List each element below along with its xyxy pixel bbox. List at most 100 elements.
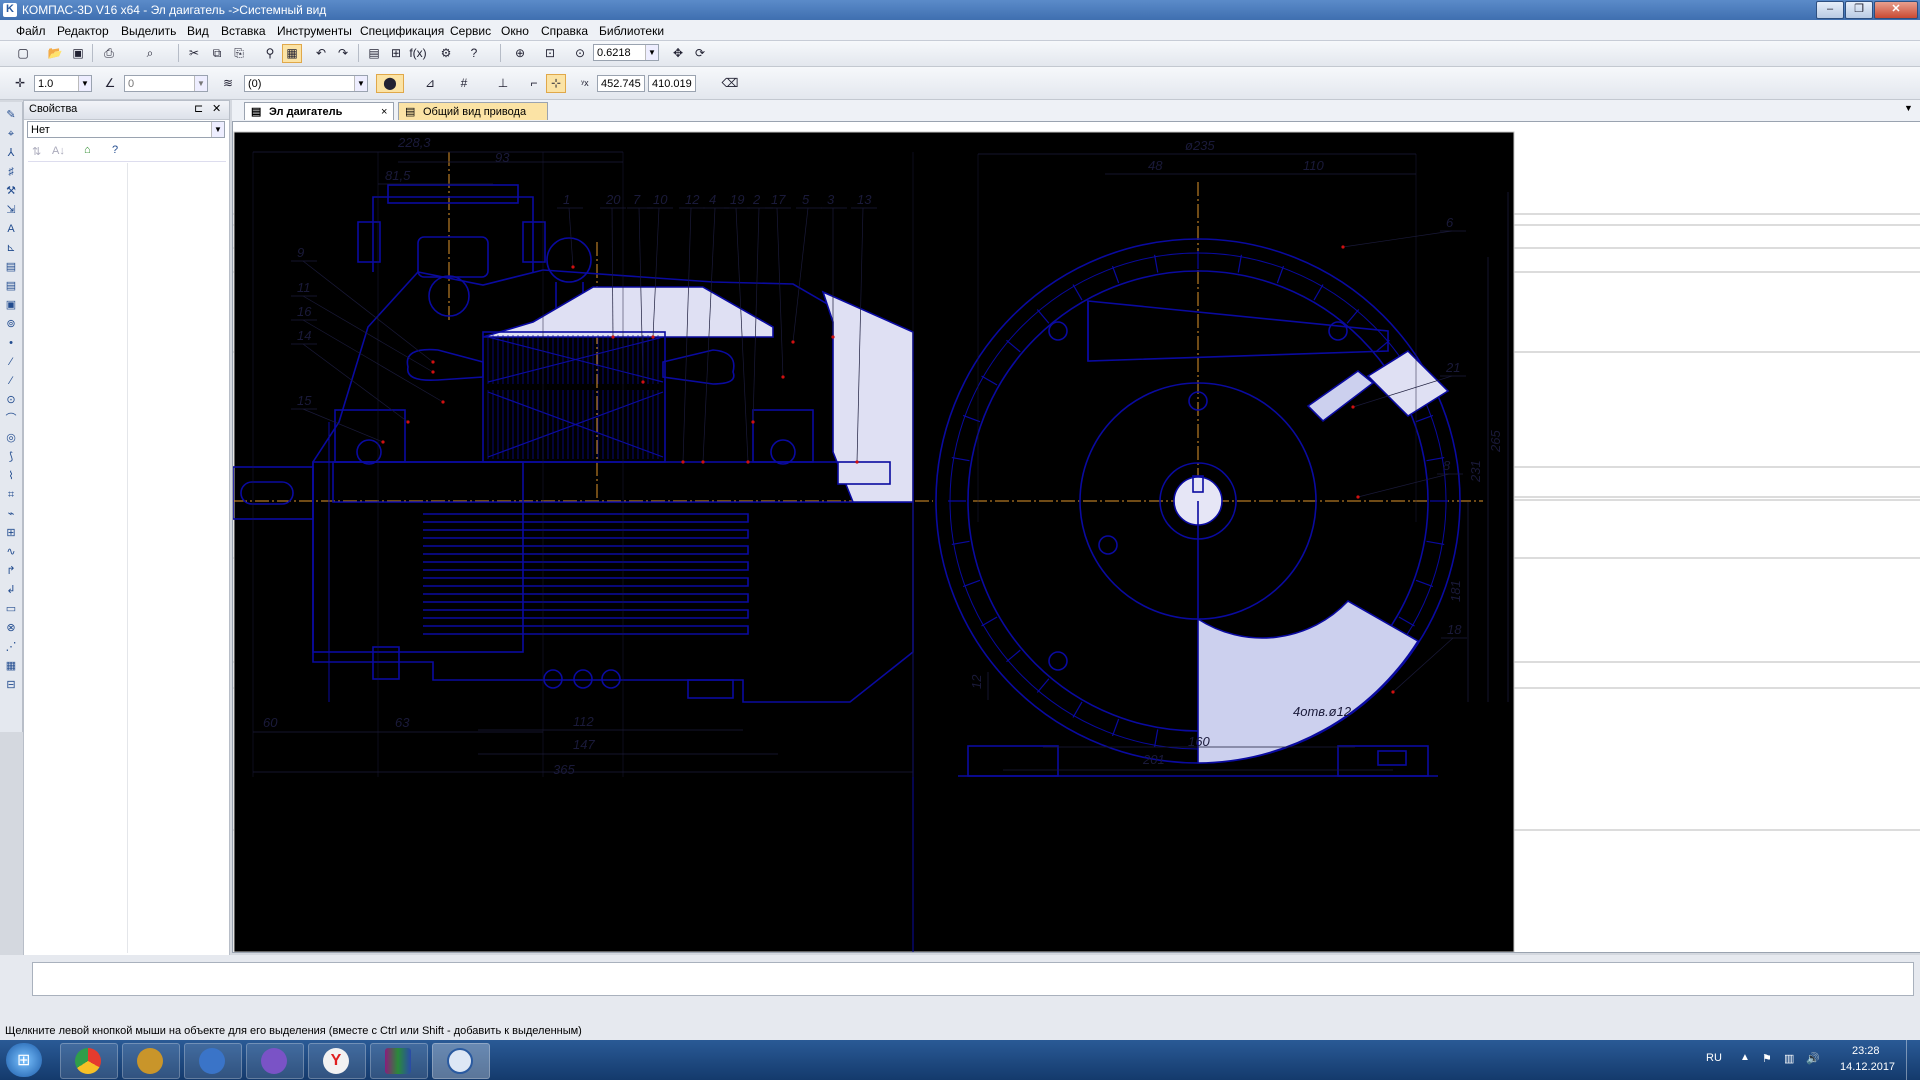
sort-alpha-icon[interactable]: A↓ bbox=[52, 145, 65, 157]
local-cs-icon[interactable]: ⊥ bbox=[493, 74, 513, 93]
menu-insert[interactable]: Вставка bbox=[221, 24, 266, 38]
object-select[interactable]: Нет ▼ bbox=[27, 121, 225, 138]
color-style-icon[interactable]: ⬤ bbox=[376, 74, 404, 93]
menu-specification[interactable]: Спецификация bbox=[360, 24, 444, 38]
compact-tool-icon[interactable]: ⇲ bbox=[3, 203, 19, 217]
compact-tool-icon[interactable]: ⊟ bbox=[3, 678, 19, 692]
flag-icon[interactable]: ⚑ bbox=[1762, 1052, 1772, 1065]
tab-general-view[interactable]: ▤ Общий вид привода bbox=[398, 102, 548, 120]
refresh-icon[interactable]: ⟳ bbox=[690, 44, 710, 63]
close-panel-icon[interactable]: ✕ bbox=[212, 102, 221, 115]
compact-tool-icon[interactable]: ⌖ bbox=[3, 127, 19, 141]
menu-tools[interactable]: Инструменты bbox=[277, 24, 352, 38]
compact-tool-icon[interactable]: ⌇ bbox=[3, 469, 19, 483]
ortho-mode-icon[interactable]: ⌐ bbox=[524, 74, 544, 93]
tab-close-icon[interactable]: × bbox=[381, 103, 387, 121]
taskbar-kompas[interactable] bbox=[432, 1043, 490, 1079]
start-button[interactable]: ⊞ bbox=[6, 1043, 42, 1077]
compact-tool-icon[interactable]: ∕ bbox=[3, 374, 19, 388]
volume-icon[interactable]: 🔊 bbox=[1806, 1052, 1820, 1065]
compact-tool-icon[interactable]: ↲ bbox=[3, 583, 19, 597]
help-icon[interactable]: ? bbox=[112, 144, 118, 156]
menu-service[interactable]: Сервис bbox=[450, 24, 491, 38]
compact-tool-icon[interactable]: ∿ bbox=[3, 545, 19, 559]
compact-tool-icon[interactable]: A bbox=[3, 222, 19, 236]
maximize-button[interactable]: ❐ bbox=[1845, 1, 1873, 19]
open-folder-icon[interactable]: 📂 bbox=[45, 44, 65, 63]
taskbar-ccleaner[interactable] bbox=[184, 1043, 242, 1079]
orthogonal-icon[interactable]: ⊿ bbox=[420, 74, 440, 93]
eraser-icon[interactable]: ⌫ bbox=[720, 74, 740, 93]
cut-icon[interactable]: ✂ bbox=[184, 44, 204, 63]
variables-icon[interactable]: f(x) bbox=[408, 44, 428, 63]
angle-field[interactable]: 0 ▼ bbox=[124, 75, 208, 92]
compact-tool-icon[interactable]: ▭ bbox=[3, 602, 19, 616]
tab-motor[interactable]: ▤ Эл даигатель × bbox=[244, 102, 394, 120]
taskbar-wow[interactable] bbox=[122, 1043, 180, 1079]
paste-icon[interactable]: ⎘ bbox=[229, 44, 249, 63]
zoom-window-icon[interactable]: ⊕ bbox=[510, 44, 530, 63]
print-icon[interactable]: ⎙ bbox=[99, 44, 119, 63]
network-icon[interactable]: ▥ bbox=[1784, 1052, 1794, 1065]
menu-edit[interactable]: Редактор bbox=[57, 24, 109, 38]
clock-date[interactable]: 14.12.2017 bbox=[1840, 1061, 1895, 1073]
zoom-icon[interactable]: ⊙ bbox=[570, 44, 590, 63]
compact-tool-icon[interactable]: ✎ bbox=[3, 108, 19, 122]
menu-window[interactable]: Окно bbox=[501, 24, 529, 38]
angle-icon[interactable]: ∠ bbox=[100, 74, 120, 93]
compact-tool-icon[interactable]: ⊗ bbox=[3, 621, 19, 635]
preview-icon[interactable]: ⌕ bbox=[140, 44, 160, 63]
format-brush-icon[interactable]: ⚲ bbox=[260, 44, 280, 63]
coord-y-field[interactable]: 410.019 bbox=[648, 75, 696, 92]
new-document-icon[interactable]: ▢ bbox=[13, 44, 33, 63]
compact-tool-icon[interactable]: ◎ bbox=[3, 431, 19, 445]
copy-icon[interactable]: ⧉ bbox=[207, 44, 227, 63]
menu-view[interactable]: Вид bbox=[187, 24, 209, 38]
compact-tool-icon[interactable]: ▤ bbox=[3, 260, 19, 274]
snap-icon[interactable]: ⊹ bbox=[546, 74, 566, 93]
compact-tool-icon[interactable]: ♯ bbox=[3, 165, 19, 179]
taskbar-winrar[interactable] bbox=[370, 1043, 428, 1079]
drawing-canvas[interactable]: 228,3 93 81,5 60 63 112 147 365 ø235 48 110 265 231 1… bbox=[232, 121, 1920, 953]
compact-tool-icon[interactable]: ⚒ bbox=[3, 184, 19, 198]
compact-tool-icon[interactable]: ⊞ bbox=[3, 526, 19, 540]
command-line[interactable] bbox=[32, 962, 1914, 996]
calculator-icon[interactable]: ▦ bbox=[282, 44, 302, 63]
clock-time[interactable]: 23:28 bbox=[1852, 1045, 1880, 1057]
layers-icon[interactable]: ≋ bbox=[218, 74, 238, 93]
compact-tool-icon[interactable]: ⌒ bbox=[3, 412, 19, 426]
show-desktop-button[interactable] bbox=[1906, 1040, 1920, 1080]
zoom-scale-field[interactable]: 0.6218 ▼ bbox=[593, 44, 659, 61]
pan-icon[interactable]: ✥ bbox=[668, 44, 688, 63]
step-cursor-icon[interactable]: ✛ bbox=[10, 74, 30, 93]
library-icon[interactable]: ⚙ bbox=[436, 44, 456, 63]
taskbar-yandex[interactable]: Y bbox=[308, 1043, 366, 1079]
manager-icon[interactable]: ▤ bbox=[364, 44, 384, 63]
compact-tool-icon[interactable]: ⟆ bbox=[3, 450, 19, 464]
compact-tool-icon[interactable]: ⌁ bbox=[3, 507, 19, 521]
menu-libraries[interactable]: Библиотеки bbox=[599, 24, 664, 38]
compact-tool-icon[interactable]: • bbox=[3, 336, 19, 350]
help-pointer-icon[interactable]: ? bbox=[464, 44, 484, 63]
close-button[interactable]: ✕ bbox=[1874, 1, 1918, 19]
tray-chevron-icon[interactable]: ▲ bbox=[1740, 1052, 1750, 1063]
tabs-dropdown-icon[interactable]: ▼ bbox=[1904, 103, 1913, 113]
compact-tool-icon[interactable]: ⋰ bbox=[3, 640, 19, 654]
menu-select[interactable]: Выделить bbox=[121, 24, 176, 38]
compact-tool-icon[interactable]: ⊙ bbox=[3, 393, 19, 407]
layer-field[interactable]: (0) ▼ bbox=[244, 75, 368, 92]
compact-tool-icon[interactable]: ⅄ bbox=[3, 146, 19, 160]
kompas-app-icon[interactable] bbox=[3, 3, 17, 17]
tree-icon[interactable]: ⊞ bbox=[386, 44, 406, 63]
compact-tool-icon[interactable]: ▤ bbox=[3, 279, 19, 293]
language-indicator[interactable]: RU bbox=[1706, 1052, 1722, 1064]
filter-icon[interactable]: ⌂ bbox=[84, 144, 91, 156]
compact-tool-icon[interactable]: ⌗ bbox=[3, 488, 19, 502]
undo-icon[interactable]: ↶ bbox=[311, 44, 331, 63]
redo-icon[interactable]: ↷ bbox=[333, 44, 353, 63]
compact-tool-icon[interactable]: ↱ bbox=[3, 564, 19, 578]
taskbar-viber[interactable] bbox=[246, 1043, 304, 1079]
compact-tool-icon[interactable]: ▣ bbox=[3, 298, 19, 312]
grid-icon[interactable]: # bbox=[454, 74, 474, 93]
menu-file[interactable]: Файл bbox=[16, 24, 46, 38]
